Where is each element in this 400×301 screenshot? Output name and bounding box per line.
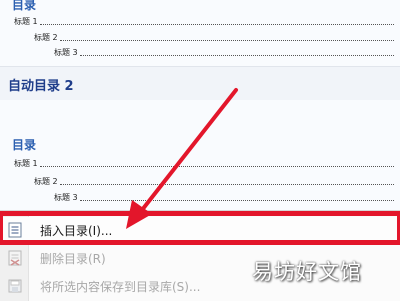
preview-entry-level-2: 标题 2 [34,32,394,44]
menu-item-label: 将所选内容保存到目录库(S)... [40,280,201,294]
preview-entry-level-3: 标题 3 [54,47,394,59]
preview-entry-level-1: 标题 1 [14,158,394,170]
preview-title: 目录 [12,138,37,152]
toc-style-preview-auto-2[interactable]: 目录 标题 1 标题 2 标题 3 [0,100,400,210]
menu-item-label: 删除目录(R) [40,252,106,266]
toc-gallery-panel: 目录 标题 1 标题 2 标题 3 自动目录 2 目录 标题 1 标题 2 标题… [0,0,400,301]
delete-toc-icon [8,250,22,266]
save-selection-icon [8,278,22,294]
preview-entry-level-1: 标题 1 [14,16,394,28]
watermark-text: 易坊好文馆 [252,260,362,284]
gallery-section-header: 自动目录 2 [0,66,400,102]
auto-toc-2-header: 自动目录 2 [8,79,74,94]
preview-entry-level-2: 标题 2 [34,176,394,188]
highlight-box-annotation [0,211,400,245]
preview-entry-level-3: 标题 3 [54,192,394,204]
preview-title: 目录 [12,0,37,12]
toc-style-preview-top[interactable]: 目录 标题 1 标题 2 标题 3 [0,0,400,66]
